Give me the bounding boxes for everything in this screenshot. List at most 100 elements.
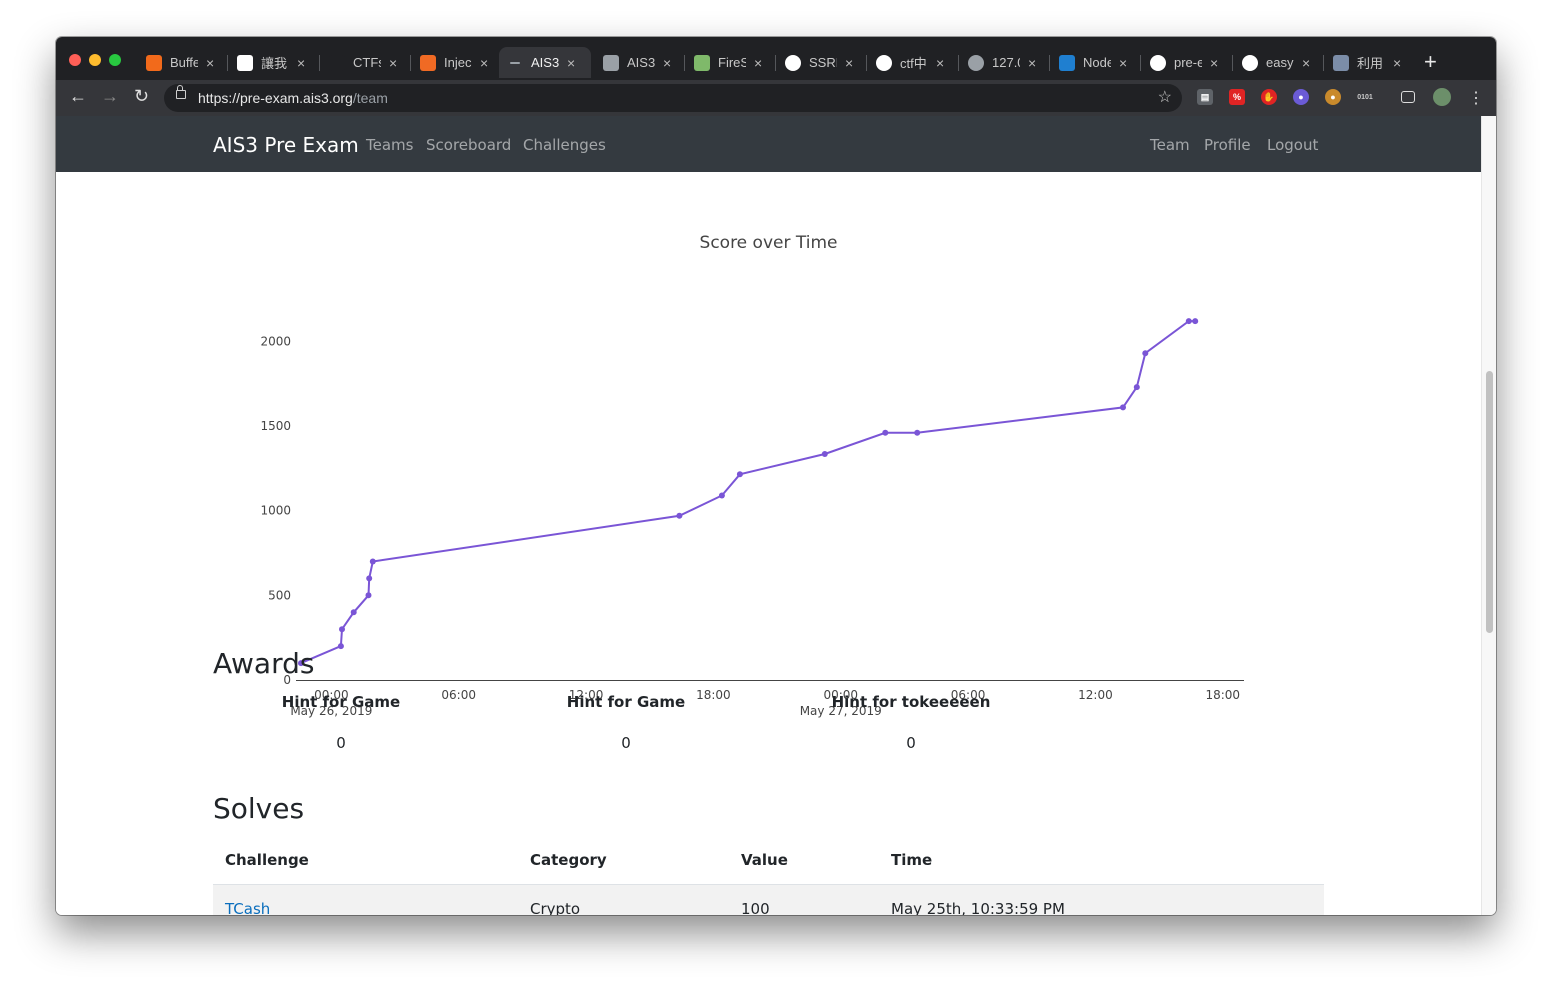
dash-icon (510, 61, 520, 64)
maximize-window-button[interactable] (109, 54, 121, 66)
close-window-button[interactable] (69, 54, 81, 66)
browser-tab[interactable]: Buffe × (138, 47, 228, 78)
su-icon (146, 54, 162, 71)
browser-tab[interactable]: easy × (1234, 47, 1324, 78)
extension-hackbar-icon[interactable]: % (1229, 89, 1245, 105)
category-cell: Crypto (530, 900, 581, 915)
score-line (300, 320, 1196, 665)
data-point (1185, 318, 1192, 325)
scrollbar-thumb[interactable] (1486, 371, 1493, 633)
reload-button[interactable]: ↻ (134, 86, 149, 107)
browser-tab[interactable]: 127.0 × (960, 47, 1050, 78)
y-tick-label: 500 (268, 588, 291, 602)
browser-tab[interactable]: 讓我 × (229, 47, 319, 78)
tab-close-icon[interactable]: × (1028, 55, 1036, 71)
browser-tab[interactable]: FireS × (686, 47, 776, 78)
new-tab-button[interactable]: + (1424, 49, 1437, 75)
nav-link-scoreboard[interactable]: Scoreboard (426, 136, 511, 154)
tab-close-icon[interactable]: × (297, 55, 305, 71)
extension-binary-icon[interactable]: 0101 (1357, 89, 1373, 105)
award-name: Hint for Game (566, 693, 686, 711)
data-point (366, 575, 373, 582)
tab-close-icon[interactable]: × (845, 55, 853, 71)
browser-tab[interactable]: Node × (1051, 47, 1141, 78)
data-point (914, 429, 921, 436)
tab-close-icon[interactable]: × (936, 55, 944, 71)
extension-printer-icon[interactable]: ▤ (1197, 89, 1213, 105)
tab-title: AIS3 (531, 55, 559, 70)
tab-separator (227, 55, 228, 71)
lock-icon (176, 85, 186, 99)
site-navbar: AIS3 Pre Exam Teams Scoreboard Challenge… (56, 116, 1481, 172)
y-tick-label: 1000 (260, 504, 291, 518)
tab-title: 讓我 (261, 56, 288, 71)
bookmark-star-icon[interactable]: ☆ (1158, 87, 1172, 107)
data-point (1133, 384, 1140, 391)
chart-title: Score over Time (699, 233, 838, 253)
data-point (882, 429, 889, 436)
tab-close-icon[interactable]: × (1393, 55, 1401, 71)
browser-window: Buffe×讓我×CTFs×Injec×AIS3×AIS3×FireS×SSRF… (56, 37, 1496, 915)
column-header-category: Category (530, 851, 607, 869)
browser-tab[interactable]: ctf中 × (868, 47, 958, 78)
nav-link-profile[interactable]: Profile (1204, 136, 1251, 154)
tab-separator (410, 55, 411, 71)
tab-close-icon[interactable]: × (567, 55, 575, 71)
page-scrollbar[interactable] (1481, 116, 1496, 915)
tab-close-icon[interactable]: × (1210, 55, 1218, 71)
awards-heading: Awards (213, 647, 315, 680)
brand-link[interactable]: AIS3 Pre Exam (213, 133, 359, 157)
browser-tab[interactable]: CTFs × (321, 47, 411, 78)
tab-close-icon[interactable]: × (1119, 55, 1127, 71)
tab-strip: Buffe×讓我×CTFs×Injec×AIS3×AIS3×FireS×SSRF… (56, 37, 1496, 80)
url-text: https://pre-exam.ais3.org/team (198, 90, 388, 106)
url-path: /team (352, 90, 388, 106)
column-header-value: Value (741, 851, 788, 869)
cast-icon[interactable] (1401, 91, 1415, 103)
nav-link-team[interactable]: Team (1150, 136, 1190, 154)
tab-close-icon[interactable]: × (389, 55, 397, 71)
menu-kebab-icon[interactable]: ⋮ (1468, 88, 1484, 108)
tab-title: SSRF (809, 55, 837, 70)
x-tick-label: 18:00 (1205, 688, 1240, 702)
tb-icon (237, 54, 253, 71)
data-point (736, 471, 743, 478)
challenge-link[interactable]: TCash (225, 900, 270, 915)
data-point (1192, 318, 1199, 325)
browser-tab[interactable]: pre-e × (1142, 47, 1232, 78)
minimize-window-button[interactable] (89, 54, 101, 66)
forward-button[interactable]: → (101, 86, 119, 107)
tab-separator (775, 55, 776, 71)
browser-tab[interactable]: AIS3 × (595, 47, 685, 78)
nav-link-challenges[interactable]: Challenges (523, 136, 606, 154)
tab-close-icon[interactable]: × (206, 55, 214, 71)
data-point (718, 492, 725, 499)
injection-icon (420, 54, 436, 71)
extension-cookie-icon[interactable]: ● (1325, 89, 1341, 105)
data-point (1142, 350, 1149, 357)
tab-title: ctf中 (900, 56, 927, 71)
browser-tab[interactable]: 利用 × (1325, 47, 1415, 78)
image-icon (694, 54, 710, 71)
browser-tab[interactable]: Injec × (412, 47, 502, 78)
ctfd-icon (603, 54, 619, 71)
data-point (339, 626, 345, 633)
profile-avatar[interactable] (1433, 88, 1451, 106)
extension-wappalyzer-icon[interactable]: ● (1293, 89, 1309, 105)
extension-adblock-icon[interactable]: ✋ (1261, 89, 1277, 105)
browser-tab[interactable]: SSRF × (777, 47, 867, 78)
browser-tab[interactable]: AIS3 × (499, 47, 591, 78)
tab-close-icon[interactable]: × (754, 55, 762, 71)
back-button[interactable]: ← (69, 86, 87, 107)
tab-close-icon[interactable]: × (1302, 55, 1310, 71)
tab-close-icon[interactable]: × (663, 55, 671, 71)
tab-separator (319, 55, 320, 71)
nav-link-teams[interactable]: Teams (366, 136, 413, 154)
address-bar[interactable]: https://pre-exam.ais3.org/team ☆ (164, 84, 1182, 112)
tab-title: easy (1266, 55, 1294, 70)
tab-close-icon[interactable]: × (480, 55, 488, 71)
node-icon (1059, 54, 1075, 71)
nav-link-logout[interactable]: Logout (1267, 136, 1318, 154)
globe-icon (1150, 54, 1166, 71)
github-icon (329, 54, 345, 71)
